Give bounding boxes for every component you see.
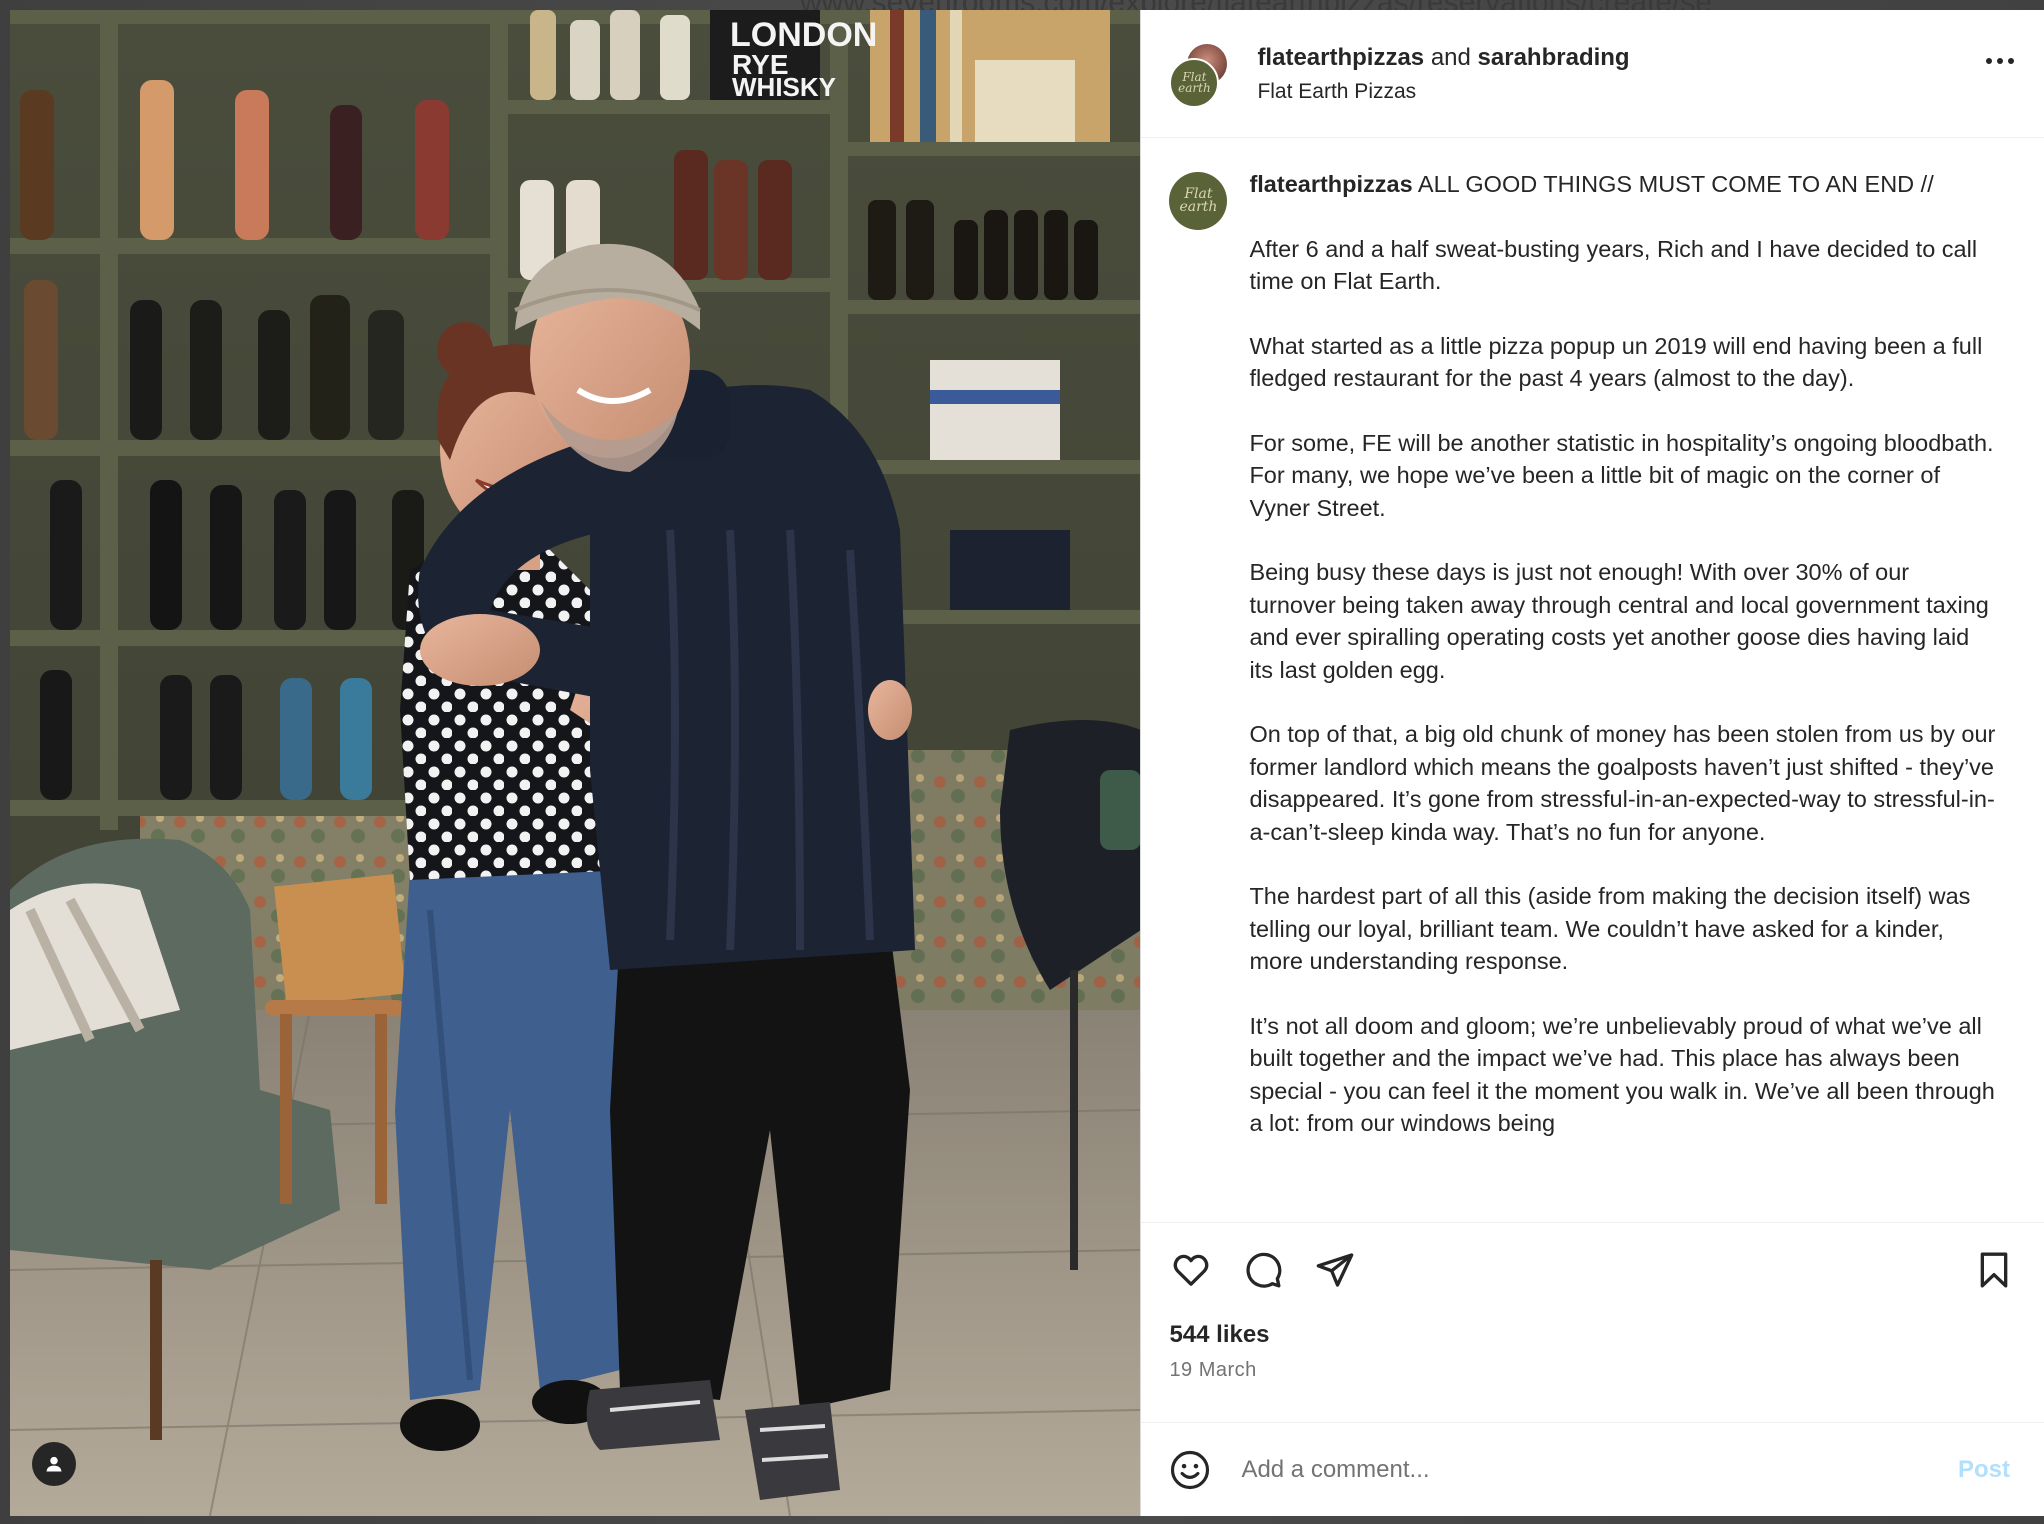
like-count[interactable]: 544 likes	[1169, 1321, 2016, 1349]
action-buttons-row	[1169, 1223, 2016, 1317]
caption-username[interactable]: flatearthpizzas	[1249, 171, 1412, 197]
author-avatar[interactable]: Flat earth	[1169, 57, 1220, 108]
user-icon	[46, 1456, 62, 1472]
more-icon	[1986, 58, 1992, 64]
header-avatar-stack[interactable]: Flat earth	[1169, 43, 1229, 108]
post-comment-button[interactable]: Post	[1952, 1455, 2016, 1485]
caption-area[interactable]: Flat earth flatearthpizzas ALL GOOD THIN…	[1141, 138, 2044, 1222]
caption-paragraph: For some, FE will be another statistic i…	[1249, 429, 1994, 521]
share-button[interactable]	[1313, 1248, 1357, 1292]
collaborator-username[interactable]: sarahbrading	[1478, 44, 1630, 71]
post-date[interactable]: 19 March	[1169, 1359, 2016, 1382]
caption-paragraph: Being busy these days is just not enough…	[1249, 559, 1989, 683]
tagged-users-button[interactable]	[32, 1442, 76, 1486]
caption-paragraph: After 6 and a half sweat-busting years, …	[1249, 235, 1978, 295]
author-username[interactable]: flatearthpizzas	[1257, 44, 1424, 71]
whisky-label-line3: WHISKY	[732, 72, 836, 102]
comment-icon	[1246, 1252, 1282, 1288]
more-icon-dot	[1997, 58, 2003, 64]
caption-headline: ALL GOOD THINGS MUST COME TO AN END //	[1417, 171, 1934, 197]
emoji-icon	[1171, 1450, 1210, 1489]
caption-paragraph: It’s not all doom and gloom; we’re unbel…	[1249, 1012, 1995, 1137]
authors-joiner: and	[1430, 43, 1471, 71]
photo-illustration: LONDON RYE WHISKY	[10, 10, 1141, 1516]
post-header: Flat earth flatearthpizzas and sarahbrad…	[1141, 10, 2044, 138]
more-options-button[interactable]	[1986, 58, 2014, 64]
post-caption: flatearthpizzas ALL GOOD THINGS MUST COM…	[1249, 168, 2016, 1222]
post-photo[interactable]: LONDON RYE WHISKY	[10, 10, 1141, 1516]
header-text: flatearthpizzas and sarahbrading Flat Ea…	[1257, 44, 1629, 104]
caption-paragraph: On top of that, a big old chunk of money…	[1249, 721, 1996, 845]
emoji-picker-button[interactable]	[1169, 1449, 1211, 1491]
more-icon-dot	[2008, 58, 2014, 64]
caption-paragraph: The hardest part of all this (aside from…	[1249, 883, 1971, 974]
like-button[interactable]	[1169, 1248, 1213, 1292]
post-side-panel: Flat earth flatearthpizzas and sarahbrad…	[1140, 10, 2044, 1516]
post-modal: LONDON RYE WHISKY Flat earth flatearthpi…	[10, 10, 2044, 1516]
post-location[interactable]: Flat Earth Pizzas	[1257, 80, 1629, 104]
caption-first-line: flatearthpizzas ALL GOOD THINGS MUST COM…	[1249, 168, 1996, 201]
heart-icon	[1174, 1254, 1209, 1286]
comment-input[interactable]	[1239, 1454, 1952, 1485]
header-authors: flatearthpizzas and sarahbrading	[1257, 44, 1629, 72]
caption-paragraph: What started as a little pizza popup un …	[1249, 332, 1983, 392]
share-icon	[1317, 1253, 1354, 1287]
comment-bar: Post	[1141, 1422, 2044, 1516]
bookmark-icon	[1980, 1252, 2008, 1288]
post-actions: 544 likes 19 March	[1141, 1222, 2044, 1422]
comment-button[interactable]	[1241, 1248, 1285, 1292]
screen: www.sevenrooms.com/explore/flatearthpizz…	[0, 0, 2044, 1524]
caption-author-avatar[interactable]: Flat earth	[1169, 172, 1228, 230]
save-button[interactable]	[1972, 1248, 2016, 1292]
